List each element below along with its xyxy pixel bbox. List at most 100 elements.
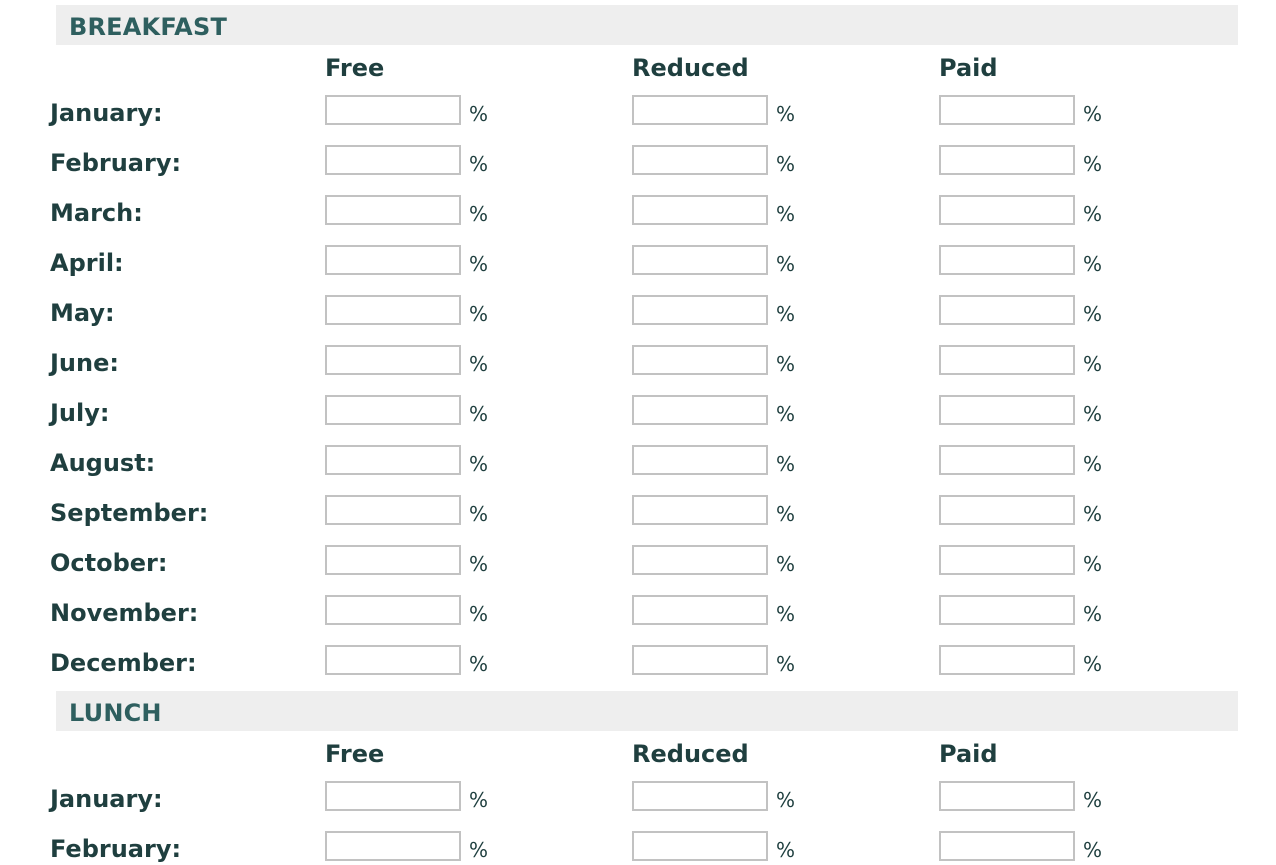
reduced-percent-input[interactable] xyxy=(632,595,768,625)
percent-sign: % xyxy=(776,602,796,626)
percent-sign: % xyxy=(469,302,489,326)
column-header-free: Free xyxy=(325,54,385,82)
reduced-percent-input[interactable] xyxy=(632,831,768,861)
free-percent-input[interactable] xyxy=(325,145,461,175)
month-row: February:%%% xyxy=(0,831,1276,865)
column-header-reduced: Reduced xyxy=(632,54,749,82)
free-percent-input[interactable] xyxy=(325,545,461,575)
paid-percent-input[interactable] xyxy=(939,345,1075,375)
month-label: February: xyxy=(50,149,182,177)
paid-percent-input[interactable] xyxy=(939,781,1075,811)
paid-percent-input[interactable] xyxy=(939,445,1075,475)
paid-percent-input[interactable] xyxy=(939,95,1075,125)
month-row: October:%%% xyxy=(0,545,1276,579)
paid-percent-input[interactable] xyxy=(939,295,1075,325)
percent-sign: % xyxy=(776,152,796,176)
percent-sign: % xyxy=(776,302,796,326)
percent-sign: % xyxy=(1083,602,1103,626)
paid-percent-input[interactable] xyxy=(939,495,1075,525)
percent-sign: % xyxy=(469,452,489,476)
month-row: January:%%% xyxy=(0,781,1276,815)
month-label: September: xyxy=(50,499,209,527)
percent-sign: % xyxy=(776,402,796,426)
reduced-percent-input[interactable] xyxy=(632,781,768,811)
paid-percent-input[interactable] xyxy=(939,195,1075,225)
percent-sign: % xyxy=(1083,152,1103,176)
month-row: December:%%% xyxy=(0,645,1276,679)
month-row: November:%%% xyxy=(0,595,1276,629)
percent-sign: % xyxy=(776,652,796,676)
free-percent-input[interactable] xyxy=(325,395,461,425)
paid-percent-input[interactable] xyxy=(939,645,1075,675)
free-percent-input[interactable] xyxy=(325,781,461,811)
month-label: December: xyxy=(50,649,197,677)
reduced-percent-input[interactable] xyxy=(632,195,768,225)
percent-sign: % xyxy=(469,102,489,126)
percent-sign: % xyxy=(776,788,796,812)
month-row: August:%%% xyxy=(0,445,1276,479)
month-label: June: xyxy=(50,349,119,377)
column-header-reduced: Reduced xyxy=(632,740,749,768)
percent-sign: % xyxy=(776,502,796,526)
section-header: LUNCH xyxy=(56,691,1238,731)
free-percent-input[interactable] xyxy=(325,295,461,325)
reduced-percent-input[interactable] xyxy=(632,345,768,375)
reduced-percent-input[interactable] xyxy=(632,95,768,125)
paid-percent-input[interactable] xyxy=(939,245,1075,275)
percent-sign: % xyxy=(469,252,489,276)
free-percent-input[interactable] xyxy=(325,195,461,225)
section-title: BREAKFAST xyxy=(69,13,228,41)
paid-percent-input[interactable] xyxy=(939,831,1075,861)
paid-percent-input[interactable] xyxy=(939,545,1075,575)
month-row: February:%%% xyxy=(0,145,1276,179)
month-row: March:%%% xyxy=(0,195,1276,229)
percent-sign: % xyxy=(469,352,489,376)
percent-sign: % xyxy=(1083,202,1103,226)
month-row: September:%%% xyxy=(0,495,1276,529)
month-label: July: xyxy=(50,399,110,427)
percent-sign: % xyxy=(776,452,796,476)
month-label: January: xyxy=(50,99,163,127)
free-percent-input[interactable] xyxy=(325,495,461,525)
paid-percent-input[interactable] xyxy=(939,395,1075,425)
paid-percent-input[interactable] xyxy=(939,145,1075,175)
free-percent-input[interactable] xyxy=(325,245,461,275)
percent-sign: % xyxy=(776,202,796,226)
reduced-percent-input[interactable] xyxy=(632,295,768,325)
reduced-percent-input[interactable] xyxy=(632,445,768,475)
paid-percent-input[interactable] xyxy=(939,595,1075,625)
percent-sign: % xyxy=(776,552,796,576)
reduced-percent-input[interactable] xyxy=(632,395,768,425)
percent-sign: % xyxy=(1083,788,1103,812)
reduced-percent-input[interactable] xyxy=(632,545,768,575)
percent-sign: % xyxy=(1083,452,1103,476)
month-label: February: xyxy=(50,835,182,863)
month-label: November: xyxy=(50,599,199,627)
percent-sign: % xyxy=(469,602,489,626)
percent-sign: % xyxy=(776,252,796,276)
reduced-percent-input[interactable] xyxy=(632,245,768,275)
reduced-percent-input[interactable] xyxy=(632,495,768,525)
month-row: April:%%% xyxy=(0,245,1276,279)
reduced-percent-input[interactable] xyxy=(632,145,768,175)
percent-sign: % xyxy=(776,102,796,126)
percent-sign: % xyxy=(469,788,489,812)
reduced-percent-input[interactable] xyxy=(632,645,768,675)
month-label: January: xyxy=(50,785,163,813)
month-label: October: xyxy=(50,549,168,577)
section-header: BREAKFAST xyxy=(56,5,1238,45)
percent-sign: % xyxy=(469,838,489,862)
section-title: LUNCH xyxy=(69,699,162,727)
free-percent-input[interactable] xyxy=(325,645,461,675)
free-percent-input[interactable] xyxy=(325,595,461,625)
percent-sign: % xyxy=(469,152,489,176)
percent-sign: % xyxy=(1083,352,1103,376)
free-percent-input[interactable] xyxy=(325,831,461,861)
percent-sign: % xyxy=(469,652,489,676)
free-percent-input[interactable] xyxy=(325,345,461,375)
free-percent-input[interactable] xyxy=(325,95,461,125)
month-row: January:%%% xyxy=(0,95,1276,129)
free-percent-input[interactable] xyxy=(325,445,461,475)
column-header-free: Free xyxy=(325,740,385,768)
column-header-paid: Paid xyxy=(939,740,998,768)
